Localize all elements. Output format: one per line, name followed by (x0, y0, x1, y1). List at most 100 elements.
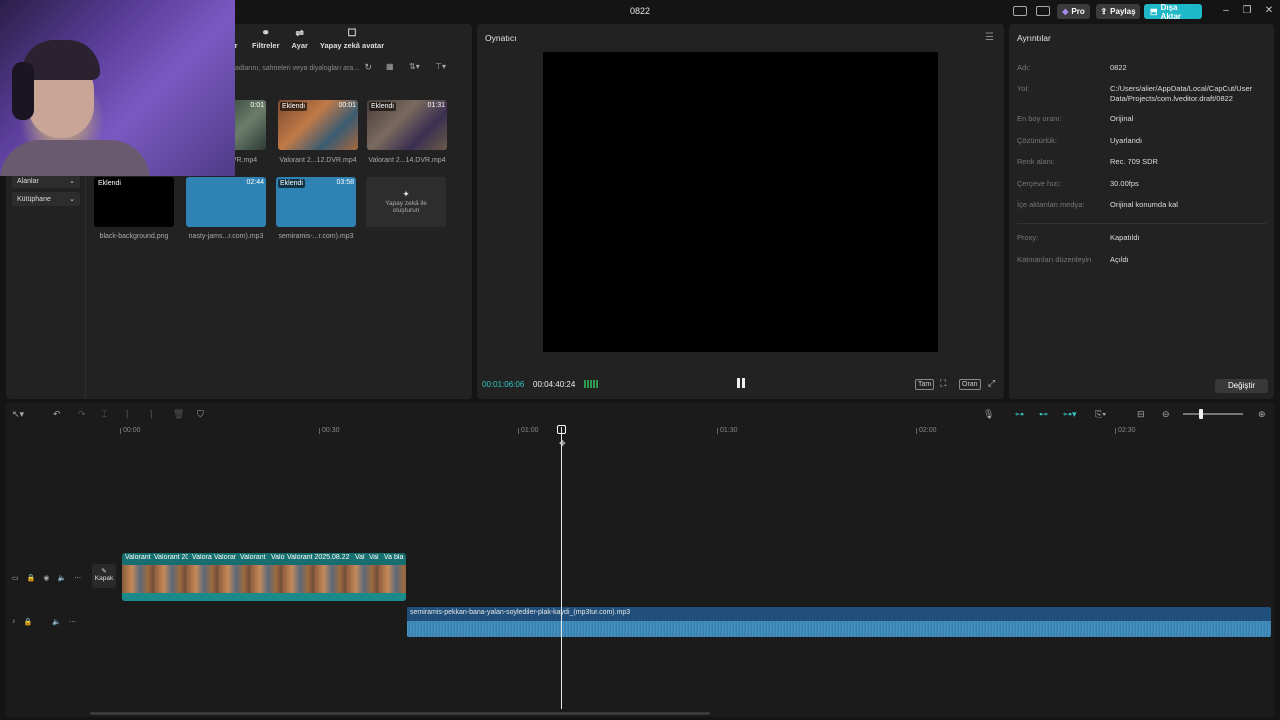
ruler-tick: 01:00 (518, 427, 539, 434)
media-sidebar: Alanlar ⌄ Kütüphane ⌄ (6, 174, 86, 399)
ai-create-label: Yapay zekâ ile oluşturun (385, 200, 427, 214)
preview-screen[interactable] (543, 52, 938, 352)
media-thumb-2[interactable]: Eklendi 00:01 (278, 100, 358, 150)
share-button[interactable]: ⇪ Paylaş (1096, 4, 1140, 19)
volume-icon[interactable]: 🔈 (57, 574, 66, 582)
media-thumb-3[interactable]: Eklendi 01:31 (367, 100, 447, 150)
more-icon[interactable]: ⋯ (69, 618, 76, 626)
webcam-body (0, 140, 150, 176)
magnet-icon[interactable]: ⊶ (1015, 409, 1024, 420)
tool-ai-avatar[interactable]: ☐ Yapay zekâ avatar (320, 28, 384, 50)
layout-icon[interactable] (1013, 6, 1027, 16)
divider (1017, 223, 1266, 224)
menu-icon[interactable]: ☰ (985, 32, 994, 43)
grid-view-icon[interactable]: ▦ (386, 62, 394, 71)
video-clip-label: Val (355, 554, 365, 561)
eye-icon[interactable]: ◉ (43, 574, 49, 582)
volume-icon[interactable]: 🔈 (52, 618, 61, 626)
ruler-tick: 00:30 (319, 427, 340, 434)
microphone-icon[interactable]: 🎙 (983, 409, 994, 420)
cover-button[interactable]: ✎ Kapak (92, 564, 116, 588)
media-caption-2: Valorant 2...12.DVR.mp4 (279, 157, 357, 164)
pause-button[interactable] (736, 378, 746, 389)
ai-create-button[interactable]: ✦ Yapay zekâ ile oluşturun (366, 177, 446, 227)
chevron-down-icon: ⌄ (69, 196, 75, 203)
lock-icon[interactable]: 🔒 (24, 618, 33, 626)
undo-icon[interactable]: ↶ (53, 409, 61, 420)
full-quality-button[interactable]: Tam (915, 379, 935, 390)
player-panel: Oynatıcı ☰ 00:01:06:06 00:04:40:24 Tam ⛶… (477, 24, 1004, 399)
capcut-window: 0822 ◆ Pro ⇪ Paylaş ⬒ Dışa Aktar – ❐ ✕ a… (0, 0, 1280, 720)
avatar-icon: ☐ (347, 27, 357, 39)
tool-filters[interactable]: ⚭ Filtreler (252, 28, 280, 50)
horizontal-scrollbar[interactable] (90, 712, 710, 715)
ratio-button[interactable]: Oran (959, 379, 981, 390)
link-icon[interactable]: ⊷ (1039, 409, 1048, 420)
maximize-icon[interactable]: ❐ (1239, 4, 1255, 18)
sort-icon[interactable]: ⇅▾ (409, 62, 420, 71)
split-icon[interactable]: ⌶ (102, 409, 107, 420)
export-button[interactable]: ⬒ Dışa Aktar (1144, 3, 1202, 21)
webcam-overlay (0, 0, 235, 176)
ruler-tick: 00:00 (120, 427, 141, 434)
delete-icon[interactable]: 🗑 (173, 409, 184, 420)
audio-track-controls: ♪ 🔒 🔈 ⋯ (12, 618, 76, 626)
media-search-input[interactable]: adlarını, sahneleri veya diyalogları ara… (232, 61, 372, 75)
minimize-icon[interactable]: – (1218, 4, 1234, 18)
refresh-icon[interactable]: ↻ (364, 62, 372, 73)
more-icon[interactable]: ⋯ (74, 574, 81, 582)
media-toolbar: ar ⚭Filtreler ⇌Ayar ☐Yapay zekâ avatar (228, 28, 384, 50)
media-thumb-4[interactable]: Eklendi (94, 177, 174, 227)
track-visible-icon[interactable]: ▭ (12, 574, 19, 582)
pro-button[interactable]: ◆ Pro (1057, 4, 1090, 19)
video-clip-label: Va (384, 554, 392, 561)
zoom-out-icon[interactable]: ⊖ (1162, 409, 1170, 420)
preview-axis-icon[interactable]: ⊶▾ (1063, 409, 1077, 420)
split-left-icon[interactable]: ⌈ (126, 409, 130, 420)
cover-label: Kapak (94, 575, 114, 582)
media-thumb-6[interactable]: Eklendi 03:58 (276, 177, 356, 227)
video-clip-label: Valorar (214, 554, 237, 561)
playhead-handle[interactable] (557, 425, 566, 434)
redo-icon[interactable]: ↷ (78, 409, 86, 420)
video-clip-label: Valorant (240, 554, 266, 561)
zoom-slider[interactable] (1183, 413, 1243, 415)
zoom-slider-handle[interactable] (1199, 409, 1203, 419)
search-placeholder: adlarını, sahneleri veya diyalogları ara… (235, 64, 360, 72)
diamond-icon: ◆ (1062, 7, 1069, 16)
shield-icon[interactable]: ⛉ (197, 409, 204, 420)
fullscreen-icon[interactable]: ⤢ (988, 378, 995, 389)
video-clip-label: bla (394, 554, 404, 561)
audio-clip-label: semiramis-pekkan-bana-yalan-soylediler-p… (410, 609, 631, 616)
sidebar-item-alanlar[interactable]: Alanlar ⌄ (12, 174, 80, 188)
current-timecode: 00:01:06:06 (482, 380, 525, 389)
crop-icon[interactable]: ⛶ (940, 378, 946, 389)
select-tool-icon[interactable]: ↖▾ (12, 409, 24, 420)
video-track[interactable]: Valorant Valorant 20 Valora Valorar Valo… (122, 553, 406, 601)
ruler-tick: 02:00 (916, 427, 937, 434)
sidebar-item-kutuphane[interactable]: Kütüphane ⌄ (12, 192, 80, 206)
audio-track[interactable]: semiramis-pekkan-bana-yalan-soylediler-p… (407, 607, 1271, 637)
modify-button[interactable]: Değiştir (1215, 379, 1268, 393)
zoom-in-icon[interactable]: ⊕ (1258, 409, 1266, 420)
caption-icon[interactable]: ⊟ (1137, 409, 1145, 420)
compound-icon[interactable]: ⎘▾ (1095, 409, 1106, 420)
video-clip-label: Val (369, 554, 379, 561)
playhead[interactable] (561, 427, 562, 709)
time-ruler[interactable]: 00:00 00:30 01:00 01:30 02:00 02:30 (120, 427, 1270, 437)
video-clip-label: Valorant 2025.08.22 (287, 554, 350, 561)
split-right-icon[interactable]: ⌉ (149, 409, 153, 420)
close-icon[interactable]: ✕ (1261, 4, 1277, 18)
shortcut-icon[interactable] (1036, 6, 1050, 16)
audio-meter-icon (584, 380, 598, 388)
edit-icon: ✎ (101, 568, 107, 575)
headphone-icon (12, 62, 34, 120)
share-label: Paylaş (1110, 7, 1136, 16)
tool-adjust[interactable]: ⇌ Ayar (292, 28, 308, 50)
details-panel: Ayrıntılar Adı: 0822 Yol: C:/Users/alier/A… (1009, 24, 1274, 399)
filter-icon[interactable]: ⊤▾ (435, 62, 446, 71)
video-clip-label: Valo (271, 554, 285, 561)
media-thumb-5[interactable]: 02:44 (186, 177, 266, 227)
lock-icon[interactable]: 🔒 (27, 574, 36, 582)
video-filmstrip (122, 565, 406, 593)
